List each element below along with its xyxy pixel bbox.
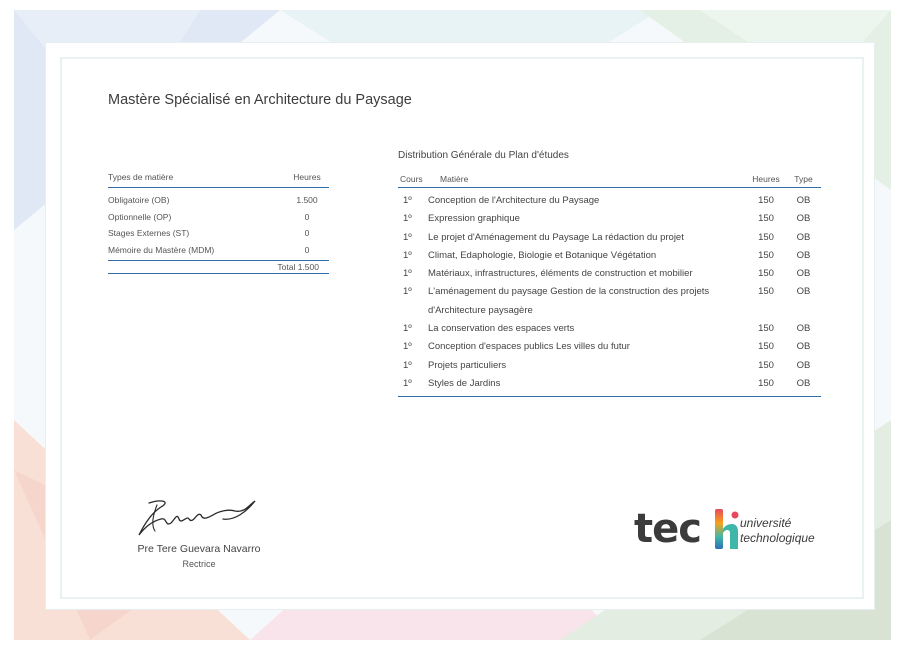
row-hours: 150 (758, 231, 774, 243)
row-hours: 150 (758, 249, 774, 261)
row-hours: 150 (758, 323, 774, 335)
page-title: Mastère Spécialisé en Architecture du Pa… (108, 92, 412, 108)
row-subject: Conception d'espaces publics Les villes … (428, 341, 630, 353)
certificate-content: Mastère Spécialisé en Architecture du Pa… (0, 0, 905, 649)
logo-line-1: université (740, 516, 792, 530)
row-type: OB (796, 377, 811, 389)
row-subject: Le projet d'Aménagement du Paysage La ré… (428, 231, 684, 243)
summary-header-hours: Heures (293, 172, 321, 182)
signature-scribble (138, 500, 256, 536)
row-hours: 150 (758, 341, 774, 353)
tech-logo: tec université technologique (634, 505, 834, 553)
row-hours: 150 (758, 359, 774, 371)
row-course: 1º (403, 213, 412, 225)
row-course: 1º (403, 268, 412, 280)
plan-header-subject: Matière (440, 173, 469, 184)
row-type: OB (796, 286, 811, 298)
summary-type: Mémoire du Mastère (MDM) (108, 244, 215, 255)
row-course: 1º (403, 341, 412, 353)
row-course: 1º (403, 195, 412, 206)
summary-row: Obligatoire (OB) 1.500 (108, 192, 329, 209)
table-row: 1º La conservation des espaces verts 150… (398, 320, 821, 338)
summary-total: Total 1.500 (108, 260, 329, 274)
row-course: 1º (403, 377, 412, 389)
summary-type: Stages Externes (ST) (108, 228, 190, 239)
row-course: 1º (403, 286, 412, 298)
signatory-name: Pre Tere Guevara Navarro (137, 543, 261, 555)
table-row: 1º Projets particuliers 150 OB (398, 357, 821, 375)
summary-hours: 0 (304, 244, 310, 255)
summary-hours: 0 (304, 211, 310, 222)
row-subject: Projets particuliers (428, 359, 507, 371)
plan-header-type: Type (794, 173, 813, 184)
row-type: OB (796, 231, 811, 243)
table-row: 1º Matériaux, infrastructures, éléments … (398, 265, 821, 283)
table-row: 1º Climat, Edaphologie, Biologie et Bota… (398, 247, 821, 265)
row-type: OB (796, 249, 811, 261)
plan-table-header: Cours Matière Heures Type (398, 170, 821, 188)
table-row: 1º Expression graphique 150 OB (398, 210, 821, 228)
row-type: OB (796, 323, 811, 335)
row-type: OB (796, 268, 811, 280)
summary-table: Types de matière Heures Obligatoire (OB)… (108, 172, 329, 274)
summary-row: Stages Externes (ST) 0 (108, 225, 329, 242)
row-subject: Styles de Jardins (428, 377, 501, 389)
summary-header-type: Types de matière (108, 172, 174, 182)
row-course: 1º (403, 359, 412, 371)
summary-row: Mémoire du Mastère (MDM) 0 (108, 242, 329, 259)
summary-type: Optionnelle (OP) (108, 211, 172, 222)
row-course: 1º (403, 249, 412, 261)
summary-hours: 0 (304, 228, 310, 239)
row-subject: Expression graphique (428, 213, 520, 225)
row-hours: 150 (758, 286, 774, 298)
row-course: 1º (403, 231, 412, 243)
row-type: OB (796, 213, 811, 225)
row-hours: 150 (758, 268, 774, 280)
logo-wordmark: tec (634, 506, 702, 552)
plan-table-body: 1º Conception de l'Architecture du Paysa… (398, 188, 821, 398)
row-hours: 150 (758, 195, 774, 206)
row-hours: 150 (758, 377, 774, 389)
logo-h-mark (715, 509, 739, 549)
row-hours: 150 (758, 213, 774, 225)
row-subject: Climat, Edaphologie, Biologie et Botaniq… (428, 249, 657, 261)
summary-row: Optionnelle (OP) 0 (108, 209, 329, 226)
plan-title: Distribution Générale du Plan d'études (398, 150, 569, 161)
row-subject: Matériaux, infrastructures, éléments de … (428, 268, 693, 280)
plan-table: Cours Matière Heures Type 1º Conception … (398, 170, 821, 398)
summary-type: Obligatoire (OB) (108, 195, 170, 206)
row-subject: Conception de l'Architecture du Paysage (428, 195, 600, 206)
table-row: 1º L'aménagement du paysage Gestion de l… (398, 283, 821, 320)
signatory-role: Rectrice (182, 559, 216, 569)
row-type: OB (796, 195, 811, 206)
plan-header-hours: Heures (752, 173, 780, 184)
table-row: 1º Le projet d'Aménagement du Paysage La… (398, 229, 821, 247)
summary-table-header: Types de matière Heures (108, 172, 329, 188)
table-row: 1º Styles de Jardins 150 OB (398, 375, 821, 393)
row-type: OB (796, 359, 811, 371)
logo-line-2: technologique (740, 531, 815, 545)
row-subject: La conservation des espaces verts (428, 323, 575, 335)
row-subject: L'aménagement du paysage Gestion de la c… (428, 286, 710, 316)
table-row: 1º Conception de l'Architecture du Paysa… (398, 192, 821, 210)
summary-hours: 1.500 (296, 195, 318, 206)
row-type: OB (796, 341, 811, 353)
table-row: 1º Conception d'espaces publics Les vill… (398, 338, 821, 356)
plan-header-course: Cours (400, 173, 423, 184)
row-course: 1º (403, 323, 412, 335)
